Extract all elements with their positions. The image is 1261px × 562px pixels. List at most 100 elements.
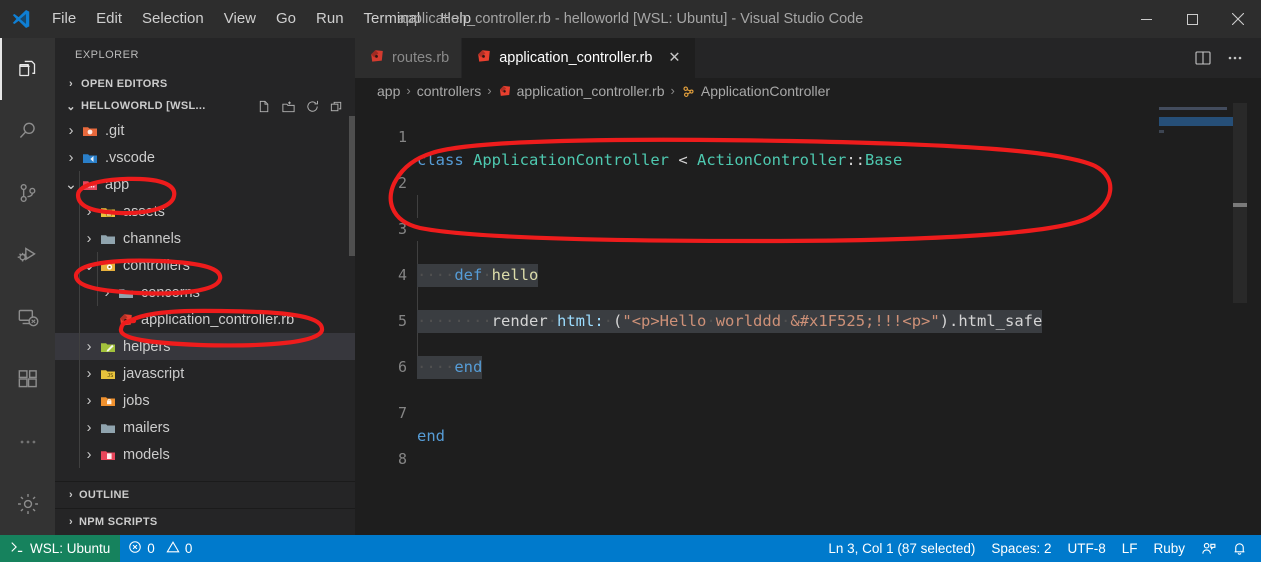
activity-remote-explorer-icon[interactable] (0, 286, 55, 348)
chevron-right-icon[interactable]: › (81, 393, 97, 409)
menu-item-view[interactable]: View (214, 0, 266, 38)
tree-item-app[interactable]: ⌄ app (55, 171, 355, 198)
collapse-all-icon[interactable] (325, 95, 347, 117)
status-remote-wsl[interactable]: WSL: Ubuntu (0, 535, 121, 562)
editor-tab-bar: routes.rb application_controller.rb ✕ (355, 38, 1261, 78)
activity-extensions-icon[interactable] (0, 348, 55, 410)
section-workspace-folder[interactable]: ⌄ HELLOWORLD [WSL... (55, 95, 355, 117)
status-indentation[interactable]: Spaces: 2 (983, 535, 1059, 562)
tab-routes-rb[interactable]: routes.rb (355, 38, 463, 78)
tree-item-label: models (123, 446, 170, 463)
tree-item-label: assets (123, 203, 165, 220)
menu-item-selection[interactable]: Selection (132, 0, 214, 38)
tree-item-jobs[interactable]: › jobs (55, 387, 355, 414)
chevron-right-icon[interactable]: › (81, 447, 97, 463)
minimap[interactable] (1159, 103, 1247, 535)
more-actions-icon[interactable] (1221, 44, 1249, 72)
tree-item-javascript[interactable]: › JS javascript (55, 360, 355, 387)
menu-item-terminal[interactable]: Terminal (354, 0, 431, 38)
activity-manage-settings-gear-icon[interactable] (0, 473, 55, 535)
tree-item-controllers[interactable]: ⌄ controllers (55, 252, 355, 279)
chevron-down-icon[interactable]: ⌄ (81, 258, 97, 274)
tree-item-channels[interactable]: › channels (55, 225, 355, 252)
chevron-right-icon[interactable]: › (81, 339, 97, 355)
activity-explorer-icon[interactable] (0, 38, 55, 100)
tree-item--git[interactable]: › .git (55, 117, 355, 144)
tree-indent-guide (97, 252, 98, 306)
ruby-file-icon (115, 312, 137, 328)
refresh-icon[interactable] (301, 95, 323, 117)
tree-item-mailers[interactable]: › mailers (55, 414, 355, 441)
menu-item-help[interactable]: Help (430, 0, 481, 38)
status-eol[interactable]: LF (1114, 535, 1146, 562)
activity-run-and-debug-icon[interactable] (0, 224, 55, 286)
window-controls[interactable] (1123, 0, 1261, 38)
tree-item-models[interactable]: › models (55, 441, 355, 468)
section-outline[interactable]: › OUTLINE (55, 481, 355, 508)
outline-label: OUTLINE (79, 489, 130, 501)
ruby-file-icon (369, 48, 385, 68)
close-button[interactable] (1215, 0, 1261, 38)
code-line-8: 8 (355, 425, 1261, 468)
workspace-folder-label: HELLOWORLD [WSL... (81, 100, 206, 112)
breadcrumb: app › controllers › application_controll… (355, 78, 1261, 103)
activity-more-actions-icon[interactable] (0, 411, 55, 473)
status-cursor-position[interactable]: Ln 3, Col 1 (87 selected) (820, 535, 983, 562)
status-send-feedback-icon[interactable] (1193, 535, 1224, 562)
new-file-icon[interactable] (253, 95, 275, 117)
chevron-right-icon[interactable]: › (81, 231, 97, 247)
code-line-5: 5 ····end (355, 287, 1261, 379)
tree-item-label: jobs (123, 392, 150, 409)
maximize-button[interactable] (1169, 0, 1215, 38)
minimap-scrollbar[interactable] (1233, 103, 1247, 535)
chevron-right-icon[interactable]: › (81, 366, 97, 382)
chevron-right-icon[interactable]: › (63, 123, 79, 139)
status-encoding[interactable]: UTF-8 (1059, 535, 1113, 562)
new-folder-icon[interactable] (277, 95, 299, 117)
tree-item-concerns[interactable]: › concerns (55, 279, 355, 306)
breadcrumb-label: application_controller.rb (516, 82, 665, 99)
breadcrumb-item-symbol[interactable]: ApplicationController (681, 83, 830, 99)
menu-item-run[interactable]: Run (306, 0, 354, 38)
minimize-button[interactable] (1123, 0, 1169, 38)
tree-item-application-controller-rb[interactable]: ›application_controller.rb (55, 306, 355, 333)
chevron-right-icon[interactable]: › (81, 420, 97, 436)
activity-search-icon[interactable] (0, 100, 55, 162)
plain-folder-icon (97, 231, 119, 247)
status-problems[interactable]: 0 0 (120, 535, 200, 562)
tree-item-assets[interactable]: › assets (55, 198, 355, 225)
breadcrumb-separator: › (406, 83, 411, 98)
breadcrumb-item-app[interactable]: app (377, 83, 400, 99)
split-editor-icon[interactable] (1189, 44, 1217, 72)
breadcrumb-item-controllers[interactable]: controllers (417, 83, 482, 99)
chevron-right-icon[interactable]: › (99, 285, 115, 301)
tab-close-icon[interactable]: ✕ (665, 49, 683, 67)
tree-item-helpers[interactable]: › helpers (55, 333, 355, 360)
breadcrumb-item-file[interactable]: application_controller.rb (498, 83, 665, 99)
menu-item-go[interactable]: Go (266, 0, 306, 38)
tab-application-controller-rb[interactable]: application_controller.rb ✕ (462, 38, 697, 78)
status-language-mode[interactable]: Ruby (1145, 535, 1193, 562)
chevron-right-icon[interactable]: › (81, 204, 97, 220)
tree-item-label: javascript (123, 365, 185, 382)
breadcrumb-label: controllers (416, 82, 482, 99)
chevron-right-icon[interactable]: › (63, 150, 79, 166)
menu-item-file[interactable]: File (42, 0, 86, 38)
section-open-editors[interactable]: › OPEN EDITORS (55, 73, 355, 95)
chevron-down-icon[interactable]: ⌄ (63, 177, 79, 193)
jobs-folder-icon (97, 393, 119, 409)
section-npm-scripts[interactable]: › NPM SCRIPTS (55, 508, 355, 535)
menu-bar[interactable]: File Edit Selection View Go Run Terminal… (42, 0, 481, 38)
line-number: 1 (397, 128, 407, 146)
status-notifications-bell-icon[interactable] (1224, 535, 1255, 562)
plain-folder-icon (97, 420, 119, 436)
tree-item--vscode[interactable]: › .vscode (55, 144, 355, 171)
code-editor[interactable]: 1 class ApplicationController < ActionCo… (355, 103, 1261, 535)
git-folder-icon (79, 123, 101, 139)
menu-item-edit[interactable]: Edit (86, 0, 132, 38)
activity-source-control-icon[interactable] (0, 162, 55, 224)
error-count: 0 (147, 541, 155, 556)
tree-item-label: app (105, 176, 130, 193)
editor-area: routes.rb application_controller.rb ✕ ap… (355, 38, 1261, 535)
line-number: 2 (397, 174, 407, 192)
